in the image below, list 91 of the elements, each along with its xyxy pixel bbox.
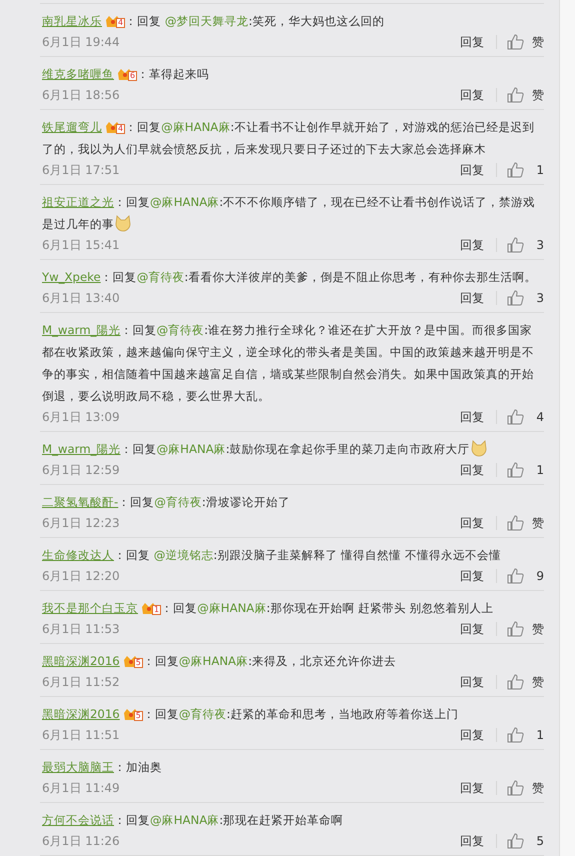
- thumbs-up-icon: [507, 237, 524, 253]
- reply-link[interactable]: 回复: [460, 726, 484, 744]
- thumbs-up-icon: [507, 621, 524, 637]
- colon: ：: [120, 442, 132, 456]
- reply-link[interactable]: 回复: [460, 620, 484, 638]
- comment-text: 最弱大脑脑王：加油奥: [42, 759, 163, 776]
- timestamp: 6月1日 17:51: [42, 162, 120, 179]
- reply-link[interactable]: 回复: [460, 408, 484, 426]
- timestamp: 6月1日 11:49: [42, 780, 120, 797]
- timestamp: 6月1日 11:51: [42, 727, 120, 744]
- timestamp: 6月1日 15:41: [42, 237, 120, 254]
- timestamp: 6月1日 13:40: [42, 290, 120, 307]
- reply-link[interactable]: 回复: [460, 289, 484, 307]
- comment-text: 方何不会说话：回复@麻HANA麻:那现在赶紧开始革命啊: [42, 812, 344, 829]
- comment-text: 祖安正道之光：回复@麻HANA麻:不不不你顺序错了，现在已经不让看书创作说话了，禁游戏是过几年的事: [42, 194, 536, 234]
- timestamp: 6月1日 12:23: [42, 515, 120, 532]
- like-button[interactable]: 赞: [507, 514, 544, 532]
- comment-text: M_warm_陽光：回复@育待夜:谁在努力推行全球化？谁还在扩大开放？是中国。而很多国家都在收紧政策，越来越偏向保守主义，逆全球化的带头者是美国。中国的政策越来越开明是不争的事实，相信随着中国越来越富足自信，墙或某些限制自然会消失。如果中国政策真的开始倒退，要么说明政局不稳，要么世界大乱。: [42, 322, 535, 405]
- comment-text: M_warm_陽光：回复@麻HANA麻:鼓励你现在拿起你手里的菜刀走向市政府大厅: [42, 438, 544, 460]
- thumbs-up-icon: [507, 780, 524, 796]
- reply-link[interactable]: 回复: [460, 514, 484, 532]
- colon: ：: [118, 495, 130, 509]
- like-button[interactable]: 赞: [507, 33, 544, 51]
- like-button[interactable]: 1: [507, 461, 544, 479]
- like-button[interactable]: 1: [507, 726, 544, 744]
- timestamp: 6月1日 12:59: [42, 462, 120, 479]
- colon: ：: [125, 120, 138, 134]
- colon: ：: [114, 760, 126, 774]
- timestamp: 6月1日 18:56: [42, 87, 120, 104]
- badge-level: 4: [116, 124, 126, 134]
- comment-text: 铁尾遛弯儿 4 ：回复@麻HANA麻:不让看书不让创作早就开始了，对游戏的惩治已经是迟到了的，我以为人们早就会愤怒反抗，后来发现只要日子还过的下去大家总会选择麻木: [42, 119, 536, 158]
- comment-text: 生命修改达人：回复 @逆境铭志:别跟没脑子韭菜解释了 懂得自然懂 不懂得永远不会懂: [42, 547, 502, 564]
- thumbs-up-icon: [507, 568, 524, 584]
- colon: ：: [142, 654, 155, 668]
- comment-text: 南乳星冰乐 4 ：回复 @梦回天舞寻龙:笑死，华大妈也这么回的: [42, 13, 386, 30]
- thumbs-up-icon: [507, 290, 524, 306]
- timestamp: 6月1日 12:20: [42, 568, 120, 585]
- colon: ：: [100, 270, 113, 284]
- colon: ：: [114, 195, 126, 209]
- like-button[interactable]: 1: [507, 161, 544, 179]
- colon: ：: [114, 548, 126, 562]
- badge-level: 4: [116, 18, 126, 28]
- thumbs-up-icon: [507, 674, 524, 690]
- colon: ：: [120, 323, 132, 337]
- like-button[interactable]: 赞: [507, 86, 544, 104]
- reply-link[interactable]: 回复: [460, 161, 484, 179]
- thumbs-up-icon: [507, 34, 524, 50]
- like-button[interactable]: 3: [507, 289, 544, 307]
- like-button[interactable]: 赞: [507, 779, 544, 797]
- thumbs-up-icon: [507, 409, 524, 425]
- like-button[interactable]: 赞: [507, 673, 544, 691]
- comment-text: 黑暗深渊2016 5 ：回复@育待夜:赶紧的革命和思考，当地政府等着你送上门: [42, 706, 460, 723]
- comment-text: Yw_Xpeke：回复@育待夜:看看你大洋彼岸的美爹，倒是不阻止你思考，有种你去那生活啊。: [42, 269, 538, 286]
- timestamp: 6月1日 11:53: [42, 621, 120, 638]
- badge-level: 5: [134, 711, 143, 721]
- colon: ：: [125, 14, 138, 28]
- badge-level: 5: [134, 658, 143, 668]
- reply-link[interactable]: 回复: [460, 673, 484, 691]
- colon: ：: [142, 707, 155, 721]
- timestamp: 6月1日 11:52: [42, 674, 120, 691]
- colon: ：: [137, 67, 150, 81]
- thumbs-up-icon: [507, 727, 524, 743]
- thumbs-up-icon: [507, 162, 524, 178]
- reply-link[interactable]: 回复: [460, 461, 484, 479]
- comment-text: 二聚氢氧酸酐-：回复@育待夜:滑坡谬论开始了: [42, 494, 291, 511]
- colon: ：: [114, 813, 126, 827]
- timestamp: 6月1日 11:26: [42, 833, 120, 850]
- thumbs-up-icon: [507, 833, 524, 849]
- thumbs-up-icon: [507, 515, 524, 531]
- reply-link[interactable]: 回复: [460, 236, 484, 254]
- reply-link[interactable]: 回复: [460, 33, 484, 51]
- scrollbar[interactable]: [559, 0, 575, 856]
- reply-link[interactable]: 回复: [460, 779, 484, 797]
- timestamp: 6月1日 13:09: [42, 409, 120, 426]
- like-button[interactable]: 4: [507, 408, 544, 426]
- badge-level: 1: [152, 605, 162, 615]
- timestamp: 6月1日 19:44: [42, 34, 120, 51]
- thumbs-up-icon: [507, 87, 524, 103]
- comment-text: 黑暗深渊2016 5 ：回复@麻HANA麻:来得及，北京还允许你进去: [42, 653, 398, 670]
- like-button[interactable]: 5: [507, 832, 544, 850]
- like-button[interactable]: 9: [507, 567, 544, 585]
- comment-text: 我不是那个白玉京 1 ：回复@麻HANA麻:那你现在开始啊 赶紧带头 别忽悠着别人上: [42, 600, 495, 617]
- badge-level: 6: [128, 71, 138, 81]
- comment-text: 维克多啫喱鱼 6 ：革得起来吗: [42, 66, 210, 83]
- reply-link[interactable]: 回复: [460, 86, 484, 104]
- reply-link[interactable]: 回复: [460, 832, 484, 850]
- thumbs-up-icon: [507, 462, 524, 478]
- colon: ：: [161, 601, 174, 615]
- reply-link[interactable]: 回复: [460, 567, 484, 585]
- like-button[interactable]: 赞: [507, 620, 544, 638]
- like-button[interactable]: 3: [507, 236, 544, 254]
